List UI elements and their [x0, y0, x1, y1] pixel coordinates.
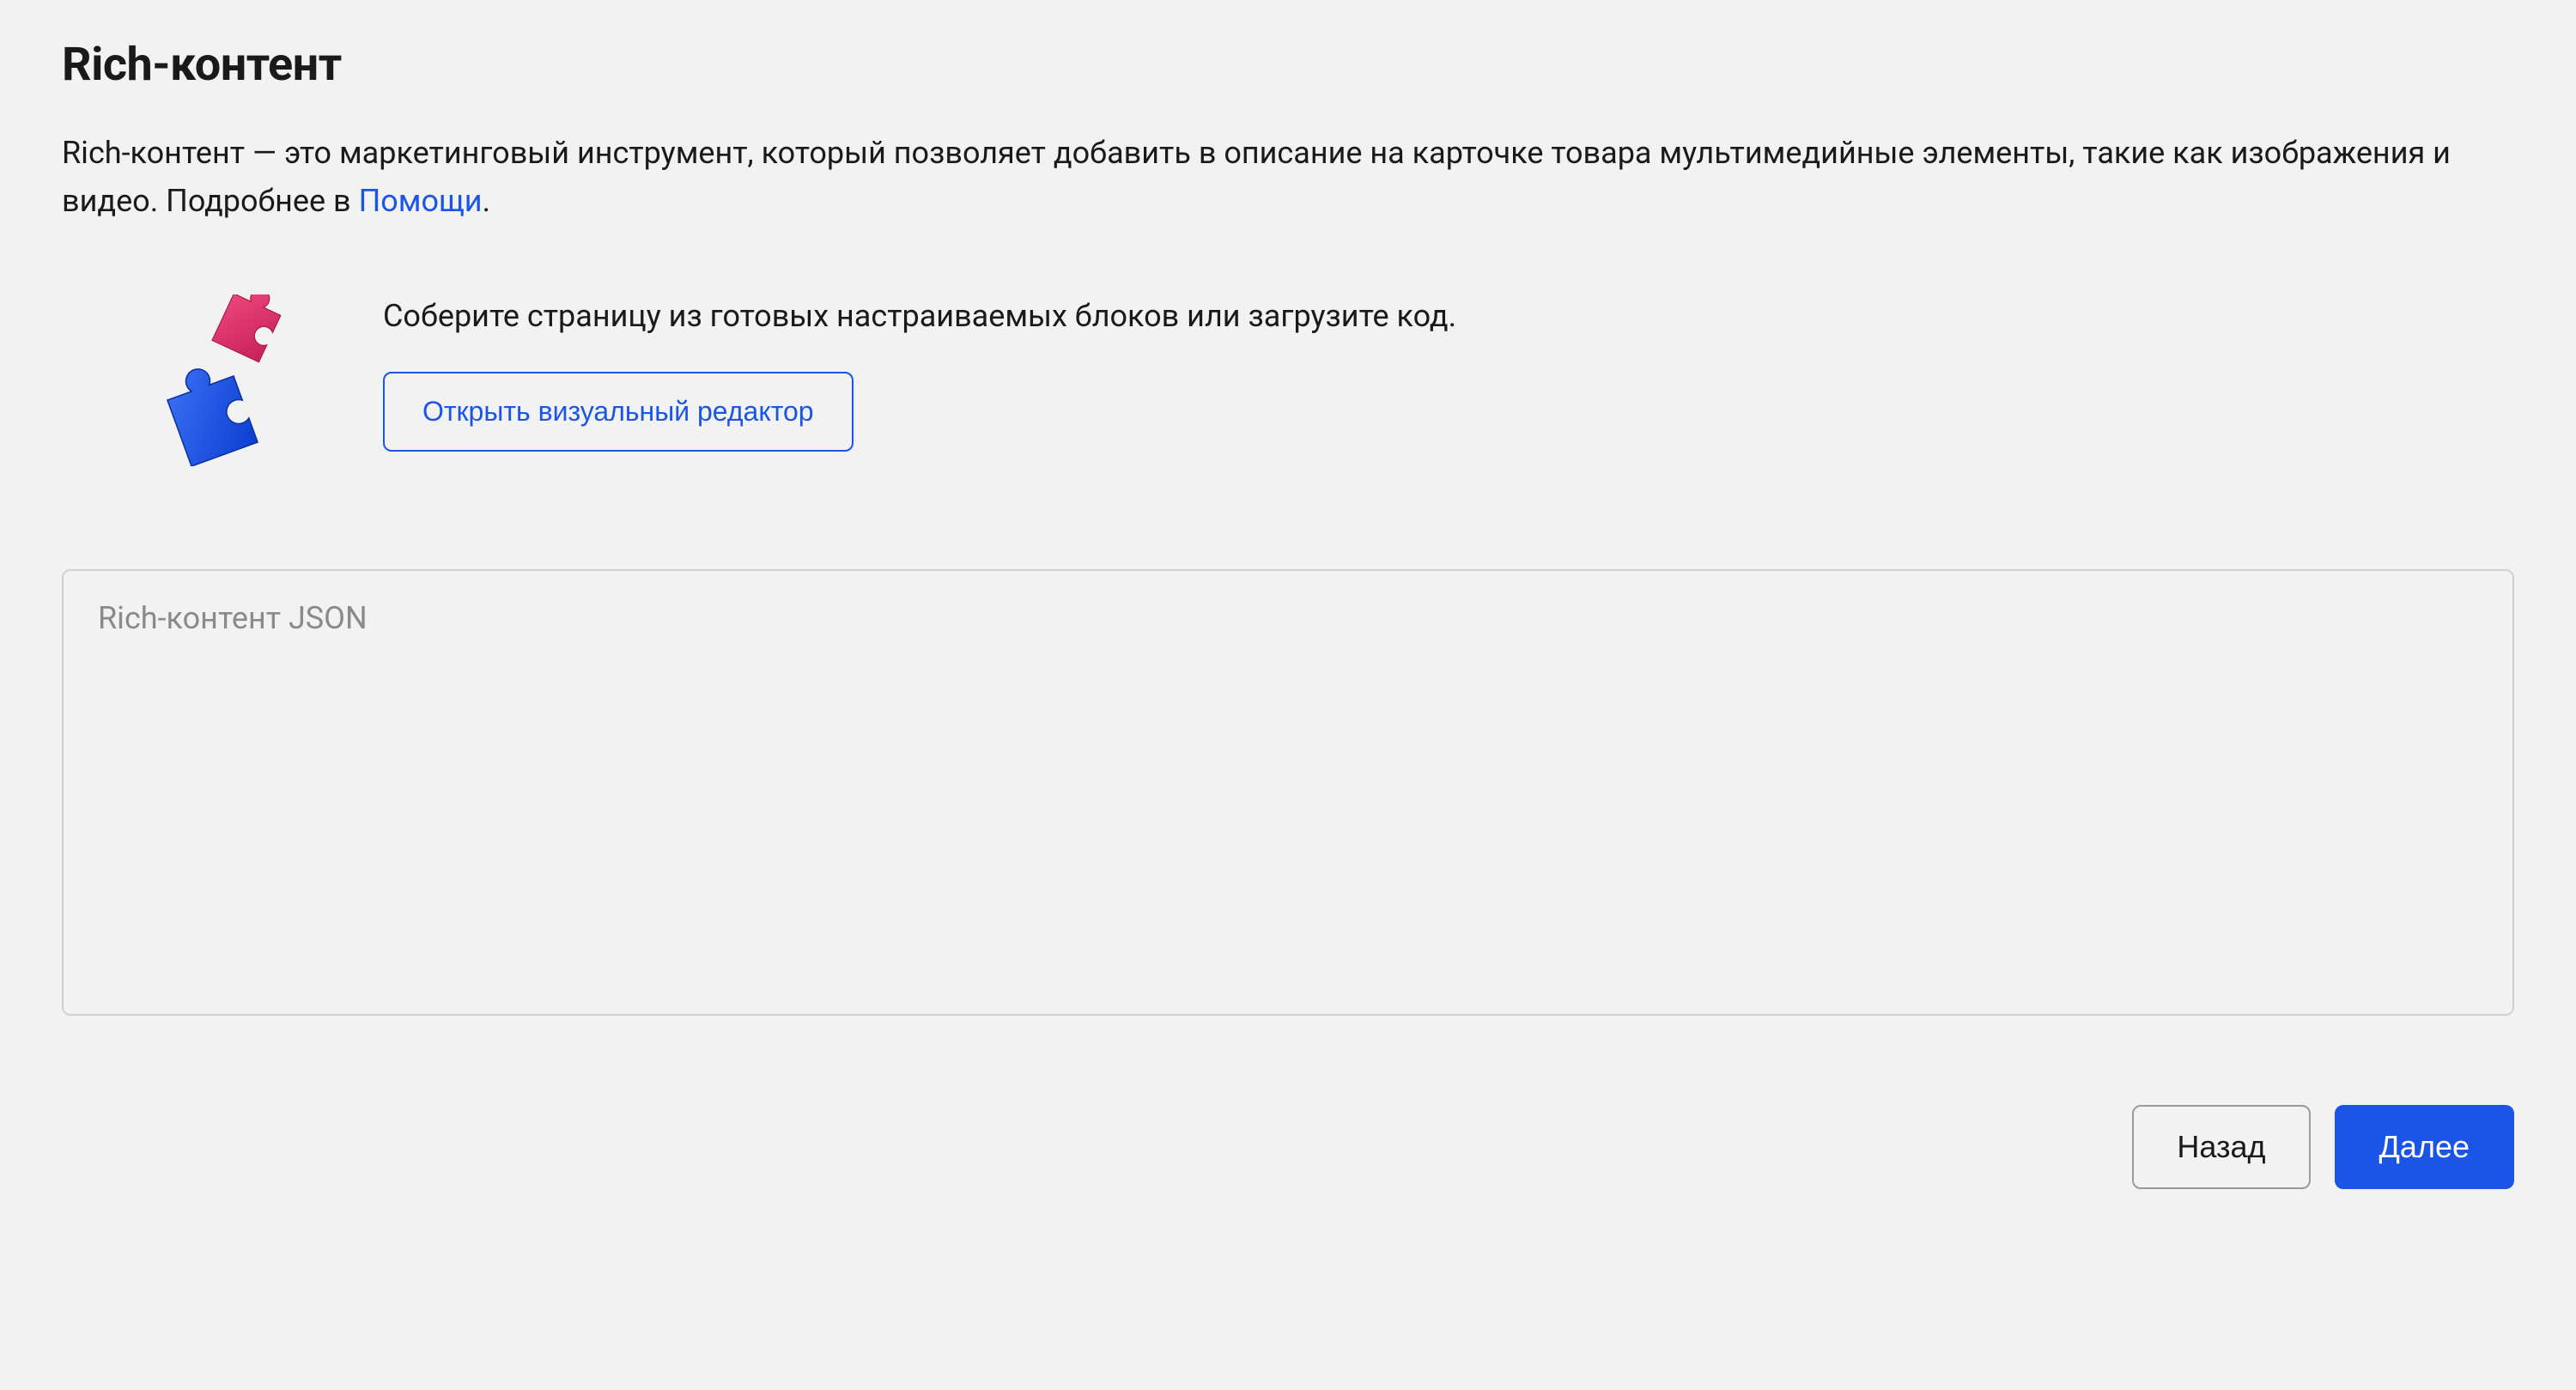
build-content: Соберите страницу из готовых настраиваем… — [383, 294, 2514, 452]
build-section: Соберите страницу из готовых настраиваем… — [62, 294, 2514, 466]
back-button[interactable]: Назад — [2132, 1105, 2310, 1189]
description-text: Rich-контент — это маркетинговый инструм… — [62, 130, 2466, 226]
footer-actions: Назад Далее — [62, 1105, 2514, 1189]
next-button[interactable]: Далее — [2335, 1105, 2514, 1189]
build-hint: Соберите страницу из готовых настраиваем… — [383, 294, 2514, 337]
open-visual-editor-button[interactable]: Открыть визуальный редактор — [383, 372, 854, 452]
help-link[interactable]: Помощи — [359, 183, 483, 219]
rich-content-json-input[interactable] — [62, 569, 2514, 1016]
description-after: . — [483, 183, 491, 219]
page-title: Rich-контент — [62, 38, 2514, 92]
puzzle-icon — [156, 294, 328, 466]
